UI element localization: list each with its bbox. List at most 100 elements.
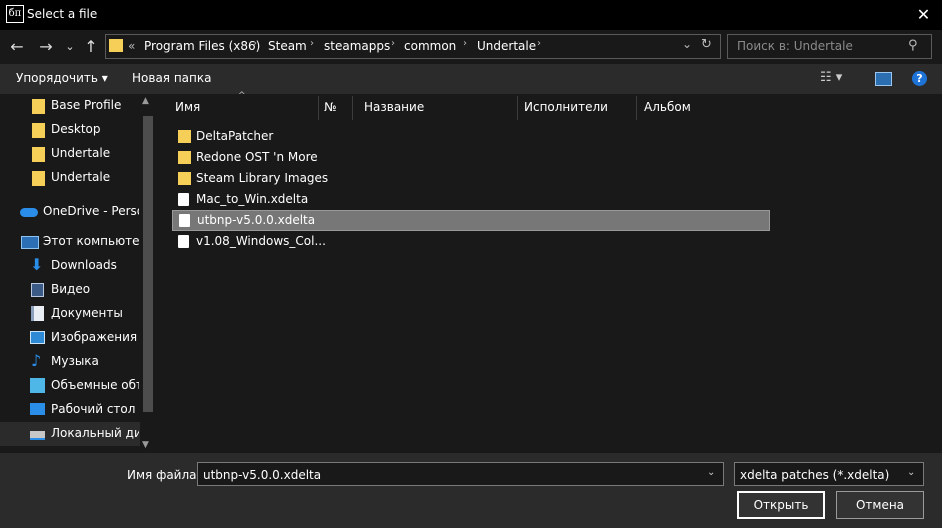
folder-icon [109,39,123,52]
sidebar-item-documents[interactable]: Документы [0,302,140,326]
sidebar-item-label: Документы [51,306,123,320]
sidebar-item-base-profile[interactable]: Base Profile [0,94,140,118]
recent-locations-icon[interactable]: ⌄ [63,37,77,57]
sidebar-item-undertale[interactable]: Undertale [0,142,140,166]
column-header-album[interactable]: Альбом [644,100,691,114]
refresh-icon[interactable]: ↻ [701,37,712,52]
list-item[interactable]: Mac_to_Win.xdelta [172,189,770,210]
title-bar [0,0,942,30]
breadcrumb-undertale[interactable]: Undertale [477,39,536,53]
sidebar-scrollbar-thumb[interactable] [143,116,153,412]
open-button[interactable]: Открыть [737,491,825,519]
sidebar-item-label: Локальный диск [51,426,139,440]
help-icon[interactable]: ? [912,71,927,86]
list-item[interactable]: v1.08_Windows_Col... [172,231,770,252]
file-name: Steam Library Images [196,171,329,185]
filename-input[interactable]: utbnp-v5.0.0.xdelta ⌄ [197,462,724,486]
column-divider[interactable] [318,96,319,120]
address-dropdown-icon[interactable]: ⌄ [682,37,692,51]
new-folder-button[interactable]: Новая папка [132,71,211,85]
filename-label: Имя файла: [127,468,201,482]
desktop-icon [30,403,45,415]
list-item-selected[interactable]: utbnp-v5.0.0.xdelta [172,210,770,231]
chevron-down-icon[interactable]: ⌄ [907,467,915,478]
search-icon[interactable]: ⚲ [908,38,918,53]
back-arrow-icon[interactable]: ← [8,37,26,57]
column-divider[interactable] [352,96,353,120]
file-name: Redone OST 'n More [196,150,318,164]
breadcrumb-separator-icon: › [537,38,541,49]
computer-icon [21,236,39,249]
forward-arrow-icon[interactable]: → [37,37,55,57]
column-header-name[interactable]: Имя [175,100,200,114]
sidebar-item-label: Музыка [51,354,99,368]
3d-objects-icon [30,378,45,393]
file-name: DeltaPatcher [196,129,274,143]
sidebar-item-desktop[interactable]: Desktop [0,118,140,142]
list-item[interactable]: Steam Library Images [172,168,770,189]
folder-icon [178,130,191,143]
column-divider[interactable] [636,96,637,120]
breadcrumb-separator-icon: › [310,38,314,49]
folder-icon [32,99,45,114]
breadcrumb-common[interactable]: common [404,39,456,53]
cancel-button[interactable]: Отмена [836,491,924,519]
sidebar-item-this-pc[interactable]: Этот компьютер [0,230,140,254]
file-name: v1.08_Windows_Col... [196,234,326,248]
sidebar-item-onedrive[interactable]: OneDrive - Personal [0,200,140,224]
documents-icon [31,306,44,321]
filetype-select[interactable]: xdelta patches (*.xdelta) ⌄ [734,462,924,486]
sidebar-item-label: Downloads [51,258,117,272]
sidebar-item-music[interactable]: ♪ Музыка [0,350,140,374]
column-header-title[interactable]: Название [364,100,424,114]
column-divider[interactable] [517,96,518,120]
video-icon [31,283,44,297]
list-item[interactable]: Redone OST 'n More [172,147,770,168]
address-bar[interactable]: « Program Files (x86) › Steam › steamapp… [105,34,721,59]
preview-pane-icon[interactable] [875,72,892,86]
breadcrumb-steam[interactable]: Steam [268,39,307,53]
search-box[interactable]: Поиск в: Undertale ⚲ [727,34,932,59]
file-name: Mac_to_Win.xdelta [196,192,309,206]
folder-icon [32,147,45,162]
folder-icon [32,123,45,138]
sidebar-item-undertale-2[interactable]: Undertale [0,166,140,190]
breadcrumb-separator-icon: › [391,38,395,49]
sidebar-item-desktop-ru[interactable]: Рабочий стол [0,398,140,422]
filetype-value: xdelta patches (*.xdelta) [740,468,890,482]
sidebar-item-pictures[interactable]: Изображения [0,326,140,350]
organize-button[interactable]: Упорядочить ▾ [16,71,108,85]
file-icon [178,235,189,248]
column-header-number[interactable]: № [324,100,336,114]
folder-icon [178,151,191,164]
filename-value: utbnp-v5.0.0.xdelta [203,468,322,482]
sidebar-item-label: Объемные объекты [51,378,139,392]
close-button[interactable]: ✕ [905,0,942,30]
download-icon: ⬇ [30,255,44,274]
search-placeholder: Поиск в: Undertale [737,39,853,53]
breadcrumb-steamapps[interactable]: steamapps [324,39,390,53]
sidebar-item-label: Base Profile [51,98,122,112]
chevron-down-icon[interactable]: ⌄ [707,467,715,478]
up-arrow-icon[interactable]: ↑ [82,37,100,57]
sidebar-item-label: Рабочий стол [51,402,136,416]
scroll-up-icon[interactable]: ▲ [142,96,149,106]
sidebar-item-3d-objects[interactable]: Объемные объекты [0,374,140,398]
music-icon: ♪ [31,351,42,370]
column-header-artists[interactable]: Исполнители [524,100,608,114]
overflow-chevron-icon[interactable]: « [128,39,135,53]
folder-icon [32,171,45,186]
sidebar-item-downloads[interactable]: ⬇ Downloads [0,254,140,278]
sort-ascending-icon: ^ [238,91,246,101]
file-icon [178,193,189,206]
view-options-icon[interactable]: ☷ ▾ [820,70,842,85]
sidebar-item-videos[interactable]: Видео [0,278,140,302]
list-item[interactable]: DeltaPatcher [172,126,770,147]
folder-icon [178,172,191,185]
app-icon: бп [6,5,24,23]
breadcrumb-separator-icon: › [253,38,257,49]
sidebar-item-local-disk[interactable]: Локальный диск [0,422,140,446]
scroll-down-icon[interactable]: ▼ [142,440,149,450]
breadcrumb-program-files[interactable]: Program Files (x86) [144,39,260,53]
sidebar-item-label: Изображения [51,330,138,344]
